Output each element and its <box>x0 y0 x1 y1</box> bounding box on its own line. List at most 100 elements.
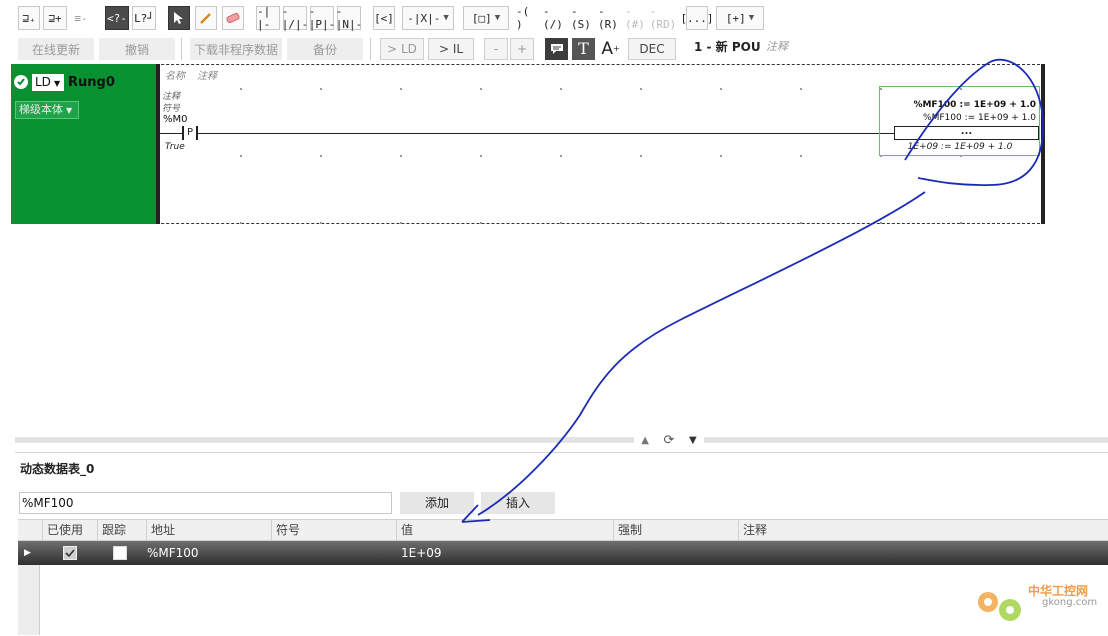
undo-button[interactable]: 撤销 <box>99 38 175 60</box>
grid-dot <box>800 222 802 224</box>
rung-language-label: LD <box>35 75 51 89</box>
delete-rung-icon[interactable]: ≡- <box>70 6 92 30</box>
grid-dot <box>800 88 802 90</box>
coil-label: -( ) <box>516 5 530 31</box>
rung-name-label: 名称 <box>165 71 185 82</box>
ld-branch-label: <?- <box>107 11 127 25</box>
contact-closed-icon[interactable]: -|/|- <box>282 5 309 31</box>
rung-language-dropdown[interactable]: LD ▼ <box>32 74 64 91</box>
grid-dot <box>480 222 482 224</box>
coil-negated-icon[interactable]: -(/) <box>542 5 568 31</box>
backup-button[interactable]: 备份 <box>287 38 363 60</box>
text-style-icon[interactable]: T <box>572 38 595 60</box>
compare-block-icon[interactable]: [<] <box>373 6 395 30</box>
font-size-icon[interactable]: A+ <box>599 38 622 60</box>
grid-dot <box>560 155 562 157</box>
column-comment[interactable]: 注释 <box>738 520 1108 540</box>
rung-body-dropdown[interactable]: 梯级本体 ▼ <box>15 101 79 119</box>
select-pointer-icon[interactable] <box>168 6 190 30</box>
coil-hash-icon[interactable]: -(#) <box>624 5 648 31</box>
right-power-rail <box>1041 64 1045 224</box>
used-checkbox[interactable] <box>63 546 77 560</box>
grid-dot <box>560 222 562 224</box>
coil-rd-icon[interactable]: -(RD) <box>649 5 677 31</box>
table-row[interactable]: ▶ %MF100 1E+09 <box>18 541 1108 565</box>
grid-dot <box>320 88 322 90</box>
coil-reset-label: -(R) <box>598 5 618 31</box>
watermark-logo: 中华工控网 gkong.com <box>972 578 1102 633</box>
operation-block[interactable]: ... <box>894 126 1039 140</box>
pou-title: 1 - 新 POU <box>694 40 761 54</box>
online-update-button[interactable]: 在线更新 <box>18 38 94 60</box>
expand-down-icon[interactable]: ▼ <box>689 435 697 446</box>
coil-hash-label: -(#) <box>625 5 645 31</box>
rung-name[interactable]: Rung0 <box>68 75 115 90</box>
track-checkbox[interactable] <box>113 546 127 560</box>
grid-dot <box>480 88 482 90</box>
column-force[interactable]: 强制 <box>613 520 738 540</box>
contact-open-icon[interactable]: -| |- <box>256 5 280 31</box>
zoom-in-button[interactable]: + <box>510 38 534 60</box>
contact-positive-icon[interactable]: -|P|- <box>309 5 336 31</box>
convert-il-button[interactable]: > IL <box>428 38 474 60</box>
grid-dot <box>400 222 402 224</box>
insert-rung-below-icon[interactable]: ⊒₊ <box>18 6 40 30</box>
convert-ld-button[interactable]: > LD <box>380 38 424 60</box>
panel-splitter[interactable] <box>15 437 1108 443</box>
contact-value: True <box>165 142 185 152</box>
grid-dot <box>240 222 242 224</box>
collapse-up-icon[interactable]: ▲ <box>641 435 649 446</box>
operation-expression: %MF100 := 1E+09 + 1.0 <box>923 113 1036 123</box>
draw-pencil-icon[interactable] <box>195 6 217 30</box>
grid-dot <box>880 222 882 224</box>
coil-rd-label: -(RD) <box>649 5 677 31</box>
rung-enabled-checkbox[interactable] <box>14 75 28 89</box>
convert-il-label: > IL <box>438 42 464 56</box>
online-update-label: 在线更新 <box>31 42 80 57</box>
coil-icon[interactable]: -( ) <box>515 5 540 31</box>
grid-dot <box>800 155 802 157</box>
refresh-icon[interactable]: ⟳ <box>664 433 675 448</box>
contact-address[interactable]: %M0 <box>163 114 188 125</box>
insert-button[interactable]: 插入 <box>481 492 555 514</box>
ld-branch-icon[interactable]: <?- <box>105 6 129 30</box>
insert-button-label: 插入 <box>505 496 530 510</box>
eraser-icon[interactable] <box>222 6 244 30</box>
address-input[interactable] <box>19 492 392 514</box>
column-symbol[interactable]: 符号 <box>271 520 396 540</box>
branch-close-icon[interactable]: L?┘ <box>132 6 156 30</box>
zoom-out-button[interactable]: - <box>484 38 508 60</box>
column-used[interactable]: 已使用 <box>42 520 97 540</box>
dec-format-button[interactable]: DEC <box>628 38 676 60</box>
contact-p-element[interactable]: P <box>182 126 198 140</box>
branch-close-label: L?┘ <box>134 11 154 25</box>
comment-bubble-icon[interactable] <box>545 38 568 60</box>
download-data-button[interactable]: 下载非程序数据 <box>190 38 282 60</box>
contact-open-label: -| |- <box>257 5 271 31</box>
grid-dot <box>640 88 642 90</box>
operation-block-dropdown[interactable]: [□] ▼ <box>463 6 509 30</box>
add-element-dropdown[interactable]: [+] ▼ <box>716 6 764 30</box>
convert-ld-label: > LD <box>387 42 417 56</box>
add-button-label: 添加 <box>424 496 449 510</box>
operation-ellipsis-icon[interactable]: [...] <box>680 6 714 30</box>
grid-dot <box>400 88 402 90</box>
function-block-dropdown[interactable]: -|X|- ▼ <box>402 6 454 30</box>
coil-reset-icon[interactable]: -(R) <box>597 5 623 31</box>
zoom-out-label: - <box>493 42 499 56</box>
row-address[interactable]: %MF100 <box>147 541 199 565</box>
column-track[interactable]: 跟踪 <box>97 520 147 540</box>
row-value[interactable]: 1E+09 <box>401 541 442 565</box>
grid-dot <box>720 155 722 157</box>
coil-set-label: -(S) <box>571 5 591 31</box>
grid-dot <box>240 88 242 90</box>
column-value[interactable]: 值 <box>396 520 613 540</box>
toolbar-divider <box>370 38 371 60</box>
column-address[interactable]: 地址 <box>146 520 271 540</box>
contact-negative-icon[interactable]: -|N|- <box>336 5 363 31</box>
left-power-rail <box>156 64 160 224</box>
coil-set-icon[interactable]: -(S) <box>570 5 596 31</box>
insert-rung-above-icon[interactable]: ⊒+ <box>43 6 67 30</box>
add-button[interactable]: 添加 <box>400 492 474 514</box>
grid-dot <box>240 155 242 157</box>
